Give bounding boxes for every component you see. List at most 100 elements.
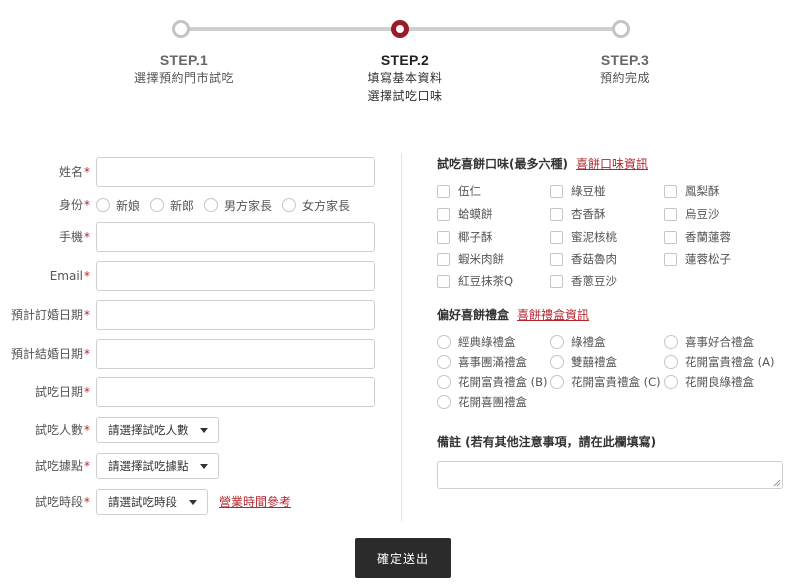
resize-handle-icon[interactable] [773,479,781,487]
identity-option-groom-parent[interactable]: 男方家長 [204,197,272,214]
radio-button[interactable] [550,355,564,369]
radio-button[interactable] [282,198,297,212]
name-input[interactable] [96,157,375,187]
checkbox[interactable] [437,252,450,266]
step-title: STEP.3 [600,52,650,68]
step-description: 選擇預約門市試吃 [133,71,234,85]
step-1-label: STEP.1 選擇預約門市試吃 [84,52,284,86]
flavor-checkbox[interactable]: 香蔥豆沙 [550,273,617,289]
giftbox-title: 偏好喜餅禮盒 [437,308,510,322]
flavor-checkbox[interactable]: 烏豆沙 [664,206,720,222]
radio-button[interactable] [550,335,564,349]
giftbox-option[interactable]: 花開喜團禮盒 [437,394,527,410]
giftbox-option[interactable]: 喜事團滿禮盒 [437,354,527,370]
step-description: 填寫基本資料 [367,71,443,85]
people-select[interactable]: 請選擇試吃人數 [96,417,219,443]
giftbox-option[interactable]: 花開良綠禮盒 [664,374,754,390]
checkbox[interactable] [550,207,563,221]
tasting-date-input[interactable] [96,377,375,407]
business-hours-link[interactable]: 營業時間參考 [219,487,291,517]
location-select-value: 請選擇試吃據點 [108,459,189,473]
giftbox-option[interactable]: 花開富貴禮盒 (A) [664,354,775,370]
step-description: 選擇試吃口味 [367,89,443,103]
identity-option-bride[interactable]: 新娘 [96,197,140,214]
step-3-label: STEP.3 預約完成 [525,52,725,86]
step-title: STEP.1 [159,52,209,68]
giftbox-option[interactable]: 雙囍禮盒 [550,354,617,370]
checkbox[interactable] [664,184,677,198]
step-description: 預約完成 [599,71,650,85]
giftbox-option[interactable]: 喜事好合禮盒 [664,334,754,350]
chevron-down-icon [189,500,197,505]
radio-button[interactable] [437,355,451,369]
checkbox[interactable] [664,207,677,221]
flavor-checkbox[interactable]: 綠豆椪 [550,183,606,199]
checkbox[interactable] [437,230,450,244]
wedding-date-input[interactable] [96,339,375,369]
submit-button[interactable]: 確定送出 [355,538,451,578]
flavor-checkbox[interactable]: 香蘭蓮蓉 [664,229,731,245]
location-select[interactable]: 請選擇試吃據點 [96,453,219,479]
flavor-checkbox[interactable]: 椰子酥 [437,229,493,245]
giftbox-option[interactable]: 綠禮盒 [550,334,606,350]
checkbox[interactable] [550,184,563,198]
people-select-value: 請選擇試吃人數 [108,423,189,437]
radio-button[interactable] [437,375,451,389]
step-title: STEP.2 [380,52,430,68]
location-row: 試吃據點* 請選擇試吃據點 [0,451,400,481]
wedding-date-row: 預計結婚日期* [0,339,400,369]
email-row: Email* [0,261,400,291]
flavor-checkbox[interactable]: 蛤蟆餅 [437,206,493,222]
tasting-date-row: 試吃日期* [0,377,400,407]
giftbox-option[interactable]: 花開富貴禮盒 (C) [550,374,661,390]
phone-input[interactable] [96,222,375,252]
checkbox[interactable] [437,184,450,198]
giftbox-section-title: 偏好喜餅禮盒 喜餅禮盒資訊 [437,306,589,323]
identity-option-bride-parent[interactable]: 女方家長 [282,197,350,214]
flavor-checkbox[interactable]: 紅豆抹茶Q [437,273,513,289]
email-input[interactable] [96,261,375,291]
radio-button[interactable] [664,335,678,349]
step-1-indicator [172,20,190,38]
radio-button[interactable] [150,198,165,212]
engage-date-input[interactable] [96,300,375,330]
radio-button[interactable] [96,198,110,212]
identity-option-groom[interactable]: 新郎 [150,197,194,214]
checkbox[interactable] [437,274,450,288]
people-label: 試吃人數* [34,423,90,437]
flavor-checkbox[interactable]: 杏香酥 [550,206,606,222]
checkbox[interactable] [550,252,563,266]
column-divider [401,153,402,521]
flavor-checkbox[interactable]: 蜜泥核桃 [550,229,617,245]
radio-button[interactable] [204,198,219,212]
flavor-checkbox[interactable]: 鳳梨酥 [664,183,720,199]
chevron-down-icon [200,464,208,469]
radio-button[interactable] [664,355,678,369]
checkbox[interactable] [550,274,563,288]
flavor-checkbox[interactable]: 蓮蓉松子 [664,251,731,267]
checkbox[interactable] [664,230,677,244]
radio-button[interactable] [550,375,564,389]
identity-label: 身份* [58,198,90,212]
giftbox-option[interactable]: 經典綠禮盒 [437,334,516,350]
radio-button[interactable] [664,375,678,389]
notes-textarea[interactable] [437,461,783,489]
checkbox[interactable] [437,207,450,221]
notes-title: 備註 (若有其他注意事項，請在此欄填寫) [437,435,657,449]
radio-button[interactable] [437,335,451,349]
timeslot-select[interactable]: 請選試吃時段 [96,489,208,515]
flavor-info-link[interactable]: 喜餅口味資訊 [576,157,648,171]
giftbox-option[interactable]: 花開富貴禮盒 (B) [437,374,548,390]
flavor-checkbox[interactable]: 蝦米肉餅 [437,251,504,267]
step-3-indicator [612,20,630,38]
checkbox[interactable] [664,252,677,266]
flavor-checkbox[interactable]: 伍仁 [437,183,481,199]
flavor-checkbox[interactable]: 香菇魯肉 [550,251,617,267]
step-2-label: STEP.2 填寫基本資料 選擇試吃口味 [305,52,505,104]
radio-button[interactable] [437,395,451,409]
checkbox[interactable] [550,230,563,244]
giftbox-info-link[interactable]: 喜餅禮盒資訊 [517,308,589,322]
wedding-date-label: 預計結婚日期* [10,347,90,361]
flavor-title: 試吃喜餅口味(最多六種) [437,157,568,171]
identity-row: 身份* 新娘 新郎 男方家長 女方家長 [0,190,400,220]
